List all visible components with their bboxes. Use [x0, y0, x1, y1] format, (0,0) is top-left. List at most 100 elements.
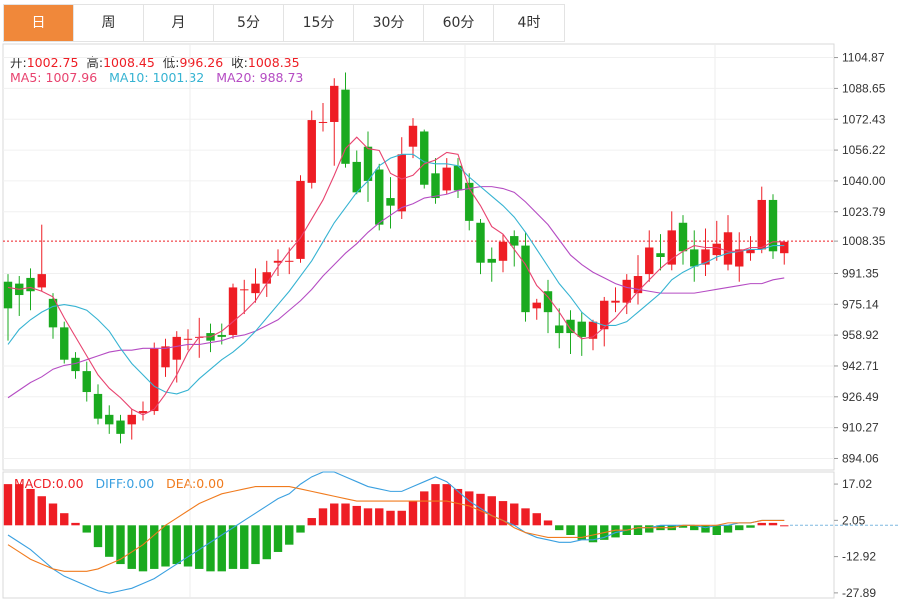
candle-body-0: [3, 281, 13, 309]
macd-bar-5: [60, 513, 69, 526]
macd-bar-9: [105, 525, 114, 557]
candle-body-54: [611, 300, 620, 303]
macd-bar-20: [228, 525, 238, 569]
candle-body-51: [577, 321, 586, 337]
candle-body-7: [82, 371, 91, 393]
macd-bar-39: [442, 484, 451, 526]
macd-bar-14: [161, 525, 170, 567]
price-tick-label-10: 942.71: [842, 359, 879, 373]
candle-body-31: [352, 161, 361, 193]
candle-body-58: [656, 253, 665, 257]
candle-body-67: [757, 199, 766, 250]
macd-bar-28: [318, 508, 328, 526]
candle-body-55: [622, 279, 631, 303]
candle-body-5: [60, 327, 69, 360]
price-tick-label-11: 926.49: [842, 390, 879, 404]
macd-bar-1: [15, 484, 24, 526]
macd-bar-38: [431, 484, 440, 526]
candle-body-35: [397, 154, 406, 212]
macd-bar-54: [611, 525, 620, 538]
candle-body-45: [510, 236, 519, 246]
macd-bar-30: [341, 503, 350, 526]
macd-bar-41: [465, 491, 474, 526]
macd-bar-7: [82, 525, 91, 533]
candle-body-27: [307, 120, 316, 183]
candle-body-34: [386, 198, 395, 206]
macd-bar-23: [262, 525, 271, 560]
macd-bar-56: [633, 525, 643, 535]
candle-body-61: [690, 249, 699, 267]
price-tick-label-7: 991.35: [842, 266, 879, 280]
candle-body-30: [341, 89, 350, 164]
candle-body-43: [487, 258, 496, 263]
candle-body-23: [262, 272, 271, 284]
candle-body-39: [442, 167, 451, 191]
macd-bar-12: [138, 525, 148, 572]
price-tick-label-9: 958.92: [842, 328, 879, 342]
candle-body-32: [363, 146, 373, 181]
macd-bar-27: [307, 518, 316, 526]
macd-bar-62: [701, 525, 710, 533]
candle-body-20: [228, 287, 238, 335]
macd-bar-36: [408, 501, 418, 526]
macd-bar-4: [48, 503, 58, 526]
candle-body-29: [330, 85, 339, 122]
price-tick-label-5: 1023.79: [842, 205, 886, 219]
macd-bar-35: [397, 510, 406, 526]
macd-bar-26: [296, 525, 305, 533]
price-tick-label-8: 975.14: [842, 297, 879, 311]
candle-body-47: [532, 302, 541, 309]
candle-body-26: [296, 180, 305, 259]
candle-body-10: [116, 420, 125, 434]
price-tick-label-12: 910.27: [842, 421, 879, 435]
macd-bar-49: [555, 525, 564, 531]
candle-body-28: [318, 121, 328, 123]
price-tick-label-0: 1104.87: [842, 51, 885, 65]
candlestick-chart: 1104.87 1088.65 1072.43 1056.22 1040.00 1023.…: [2, 43, 900, 600]
candle-body-33: [375, 169, 384, 225]
macd-bar-21: [240, 525, 249, 569]
candle-body-38: [431, 173, 440, 199]
macd-bar-24: [273, 525, 283, 552]
candle-body-44: [498, 241, 508, 261]
candle-body-63: [712, 243, 721, 256]
price-tick-label-3: 1056.22: [842, 143, 886, 157]
macd-bar-29: [330, 503, 339, 526]
candle-body-11: [127, 414, 136, 425]
macd-bar-37: [420, 491, 429, 526]
candle-body-60: [678, 222, 688, 252]
ma5-line: [7, 136, 785, 416]
macd-bar-15: [172, 525, 181, 565]
price-tick-label-4: 1040.00: [842, 174, 886, 188]
macd-bar-43: [487, 496, 496, 526]
candle-body-3: [37, 274, 46, 288]
macd-tick-label-3: -27.89: [842, 586, 876, 600]
macd-bar-3: [37, 496, 46, 526]
macd-bar-18: [206, 525, 215, 572]
macd-bar-31: [352, 505, 361, 526]
candle-body-22: [251, 283, 260, 294]
price-tick-label-13: 894.06: [842, 451, 879, 465]
candle-body-13: [150, 348, 159, 412]
candle-body-37: [420, 131, 429, 185]
macd-tick-label-0: 17.02: [842, 477, 872, 491]
macd-tick-label-2: -12.92: [842, 550, 876, 564]
macd-bar-47: [532, 513, 541, 526]
candle-body-19: [217, 334, 226, 337]
macd-bar-19: [217, 525, 226, 572]
macd-bar-64: [723, 525, 733, 533]
macd-bar-32: [363, 508, 373, 526]
candle-body-12: [138, 411, 148, 413]
price-tick-label-1: 1088.65: [842, 81, 886, 95]
macd-bar-2: [26, 488, 35, 526]
price-tick-label-2: 1072.43: [842, 112, 886, 126]
candle-body-8: [93, 393, 103, 419]
candle-body-49: [555, 325, 564, 334]
macd-bar-50: [566, 525, 575, 535]
macd-bar-16: [183, 525, 193, 567]
macd-bar-25: [285, 525, 294, 545]
candle-body-21: [240, 289, 249, 291]
macd-bar-33: [375, 508, 384, 526]
candle-body-9: [105, 414, 114, 425]
macd-bar-6: [71, 522, 80, 526]
